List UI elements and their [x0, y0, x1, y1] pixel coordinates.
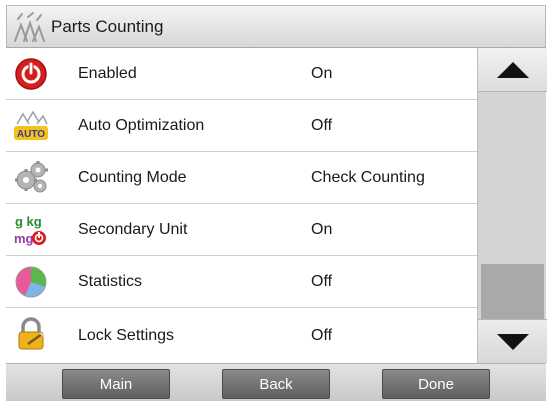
lock-icon: [13, 316, 49, 352]
setting-value: Off: [311, 116, 333, 134]
list-item-enabled[interactable]: Enabled On: [6, 48, 477, 100]
list-item-statistics[interactable]: Statistics Off: [6, 256, 477, 308]
setting-value: Off: [311, 326, 333, 344]
main-button[interactable]: Main: [62, 369, 170, 399]
setting-label: Secondary Unit: [78, 220, 188, 238]
scroll-up-button[interactable]: [478, 48, 547, 92]
unit-icon: g kg mg: [13, 212, 49, 248]
setting-value: Off: [311, 272, 333, 290]
power-icon: [13, 56, 49, 92]
pie-chart-icon: [13, 264, 49, 300]
settings-list: Enabled On AUTO Auto Optimization Off Co…: [6, 48, 477, 363]
list-item-lock-settings[interactable]: Lock Settings Off: [6, 308, 477, 363]
done-button[interactable]: Done: [382, 369, 490, 399]
arrow-up-icon: [496, 61, 529, 78]
scrollbar[interactable]: [477, 48, 547, 363]
list-item-secondary-unit[interactable]: g kg mg Secondary Unit On: [6, 204, 477, 256]
setting-label: Lock Settings: [78, 326, 175, 344]
setting-label: Counting Mode: [78, 168, 187, 186]
setting-value: On: [311, 220, 333, 238]
parts-counting-icon: [7, 7, 51, 47]
setting-value: Check Counting: [311, 168, 425, 186]
arrow-down-icon: [496, 333, 529, 350]
setting-label: Statistics: [78, 272, 143, 290]
svg-text:mg: mg: [14, 231, 34, 246]
svg-text:AUTO: AUTO: [17, 129, 45, 140]
bottom-bar: Main Back Done: [6, 363, 546, 401]
parts-counting-screen: Parts Counting Enabled On AUTO Auto Opti…: [0, 0, 550, 401]
setting-label: Enabled: [78, 64, 137, 82]
page-title: Parts Counting: [51, 16, 164, 36]
svg-text:g kg: g kg: [15, 214, 42, 229]
auto-optimization-icon: AUTO: [13, 108, 49, 144]
list-item-counting-mode[interactable]: Counting Mode Check Counting: [6, 152, 477, 204]
scroll-thumb[interactable]: [481, 264, 544, 319]
gears-icon: [13, 160, 49, 196]
list-item-auto-optimization[interactable]: AUTO Auto Optimization Off: [6, 100, 477, 152]
setting-value: On: [311, 64, 333, 82]
back-button[interactable]: Back: [222, 369, 330, 399]
title-bar: Parts Counting: [6, 5, 546, 48]
scroll-down-button[interactable]: [478, 319, 547, 363]
setting-label: Auto Optimization: [78, 116, 205, 134]
